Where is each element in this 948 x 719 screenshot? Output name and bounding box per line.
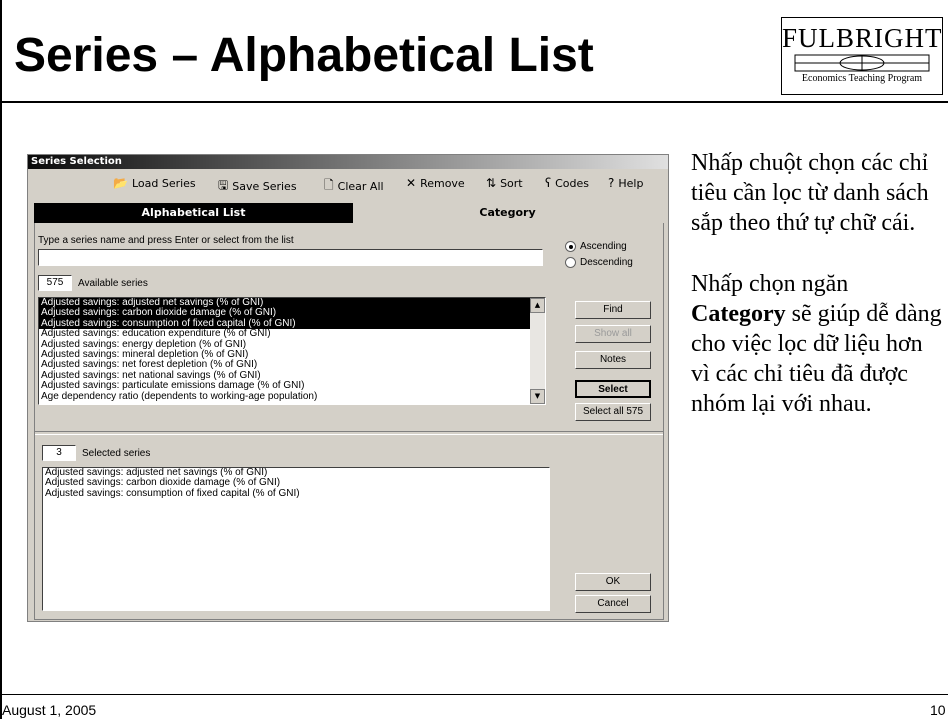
dialog-toolbar: 📂 Load Series 🖫 Save Series 🗋 Clear All … bbox=[28, 173, 668, 195]
selected-count: 3 bbox=[42, 445, 76, 461]
dialog-title: Series Selection bbox=[31, 156, 122, 167]
descending-radio[interactable]: Descending bbox=[565, 257, 633, 268]
ascending-label: Ascending bbox=[580, 241, 627, 252]
fulbright-logo: FULBRIGHT Economics Teaching Program bbox=[781, 17, 943, 95]
series-selection-dialog: Series Selection 📂 Load Series 🖫 Save Se… bbox=[27, 154, 669, 622]
selected-series-list[interactable]: Adjusted savings: adjusted net savings (… bbox=[42, 467, 550, 611]
series-search-input[interactable] bbox=[38, 249, 543, 266]
selected-series-label: Selected series bbox=[82, 448, 151, 459]
header-rule bbox=[0, 101, 948, 103]
clear-all-label: Clear All bbox=[337, 180, 384, 193]
instruction-p2-bold: Category bbox=[691, 301, 786, 327]
save-disk-icon: 🖫 bbox=[218, 178, 229, 192]
available-series-label: Available series bbox=[78, 278, 148, 289]
save-series-label: Save Series bbox=[232, 180, 297, 193]
footer-rule bbox=[0, 694, 948, 695]
dialog-titlebar[interactable]: Series Selection bbox=[28, 155, 668, 169]
remove-button[interactable]: ✕ Remove bbox=[406, 176, 465, 190]
ascending-radio[interactable]: Ascending bbox=[565, 241, 627, 252]
scroll-down-icon[interactable]: ▼ bbox=[530, 389, 545, 404]
tab-alphabetical-list[interactable]: Alphabetical List bbox=[34, 203, 353, 223]
cancel-button[interactable]: Cancel bbox=[575, 595, 651, 613]
available-scrollbar[interactable]: ▲ ▼ bbox=[530, 298, 545, 404]
find-button[interactable]: Find bbox=[575, 301, 651, 319]
slide: Series – Alphabetical List FULBRIGHT Eco… bbox=[0, 0, 948, 719]
notes-button[interactable]: Notes bbox=[575, 351, 651, 369]
available-items: Adjusted savings: adjusted net savings (… bbox=[39, 298, 545, 402]
available-series-list[interactable]: Adjusted savings: adjusted net savings (… bbox=[38, 297, 546, 405]
slide-title: Series – Alphabetical List bbox=[14, 29, 594, 82]
left-border bbox=[0, 0, 2, 719]
help-button[interactable]: ? Help bbox=[608, 176, 643, 190]
remove-x-icon: ✕ bbox=[406, 176, 417, 190]
show-all-button[interactable]: Show all bbox=[575, 325, 651, 343]
tab-category[interactable]: Category bbox=[353, 203, 662, 223]
clear-all-button[interactable]: 🗋 Clear All bbox=[324, 176, 384, 197]
load-folder-icon: 📂 bbox=[113, 176, 128, 190]
select-all-button[interactable]: Select all 575 bbox=[575, 403, 651, 421]
instruction-paragraph-1: Nhấp chuột chọn các chỉ tiêu cần lọc từ … bbox=[691, 150, 929, 236]
tab-bar: Alphabetical List Category bbox=[34, 203, 662, 223]
load-series-label: Load Series bbox=[131, 176, 196, 190]
available-count: 575 bbox=[38, 275, 72, 291]
instruction-paragraph-2: Nhấp chọn ngăn Category sẽ giúp dễ dàng … bbox=[691, 269, 947, 419]
logo-sub-text: Economics Teaching Program bbox=[801, 73, 923, 84]
descending-label: Descending bbox=[580, 257, 633, 268]
instruction-p2-before: Nhấp chọn ngăn bbox=[691, 271, 849, 297]
sort-az-icon: ⇅ bbox=[486, 176, 497, 190]
remove-label: Remove bbox=[420, 176, 465, 190]
codes-icon: ʕ bbox=[545, 176, 552, 190]
help-icon: ? bbox=[608, 176, 615, 190]
help-label: Help bbox=[618, 176, 644, 190]
load-series-button[interactable]: 📂 Load Series bbox=[113, 176, 196, 190]
logo-main-text: FULBRIGHT bbox=[782, 23, 943, 53]
scroll-up-icon[interactable]: ▲ bbox=[530, 298, 545, 313]
instructions: Nhấp chuột chọn các chỉ tiêu cần lọc từ … bbox=[691, 148, 947, 419]
footer-date: August 1, 2005 bbox=[2, 702, 97, 718]
section-divider bbox=[35, 431, 663, 435]
ok-button[interactable]: OK bbox=[575, 573, 651, 591]
save-series-button[interactable]: 🖫 Save Series bbox=[218, 176, 297, 197]
sort-button[interactable]: ⇅ Sort bbox=[486, 176, 523, 190]
logo-emblem-icon bbox=[794, 54, 930, 72]
descending-radio-dot bbox=[565, 257, 576, 268]
available-series-item[interactable]: Age dependency ratio (dependents to work… bbox=[39, 391, 545, 402]
clear-page-icon: 🗋 bbox=[324, 178, 334, 192]
search-prompt: Type a series name and press Enter or se… bbox=[38, 235, 294, 246]
codes-label: Codes bbox=[555, 176, 590, 190]
selected-series-item[interactable]: Adjusted savings: consumption of fixed c… bbox=[43, 488, 549, 499]
sort-label: Sort bbox=[500, 176, 523, 190]
select-button[interactable]: Select bbox=[575, 380, 651, 398]
ascending-radio-dot bbox=[565, 241, 576, 252]
page-number: 10 bbox=[930, 702, 946, 718]
alphabetical-list-panel: Type a series name and press Enter or se… bbox=[34, 223, 664, 620]
selected-items: Adjusted savings: adjusted net savings (… bbox=[43, 468, 549, 499]
codes-button[interactable]: ʕ Codes bbox=[545, 176, 589, 190]
